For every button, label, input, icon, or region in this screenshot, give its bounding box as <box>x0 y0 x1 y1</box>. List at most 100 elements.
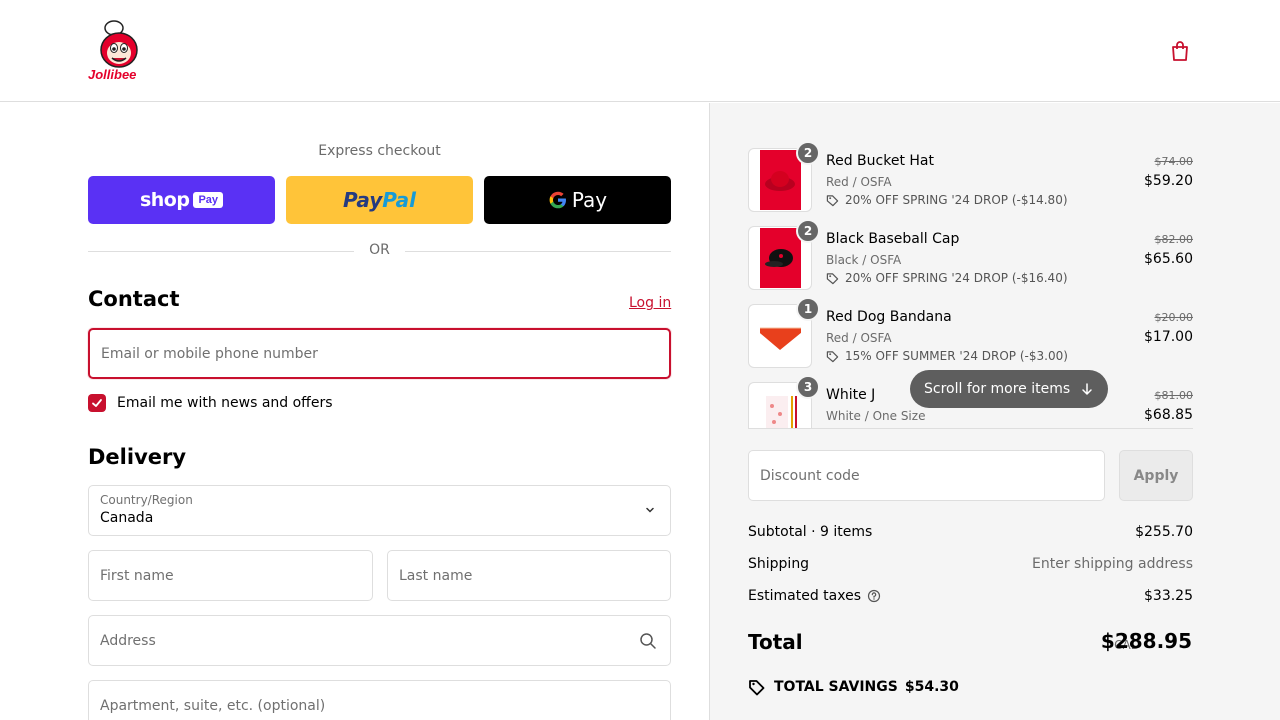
first-name-input[interactable] <box>89 551 372 600</box>
list-item: 2 Black Baseball Cap Black / OSFA 20% OF… <box>748 219 1194 290</box>
shop-pay-button[interactable]: shop Pay <box>88 176 275 224</box>
logo-wordmark: Jollibee <box>88 67 137 82</box>
item-variant: Red / OSFA <box>826 175 892 189</box>
jollibee-mascot-icon <box>100 20 138 68</box>
country-value: Canada <box>100 510 154 526</box>
product-thumbnail: 2 <box>748 143 820 212</box>
red-dog-bandana-image <box>760 306 801 366</box>
newsletter-label: Email me with news and offers <box>117 395 333 411</box>
quantity-badge: 2 <box>796 219 820 243</box>
item-original-price: $20.00 <box>1154 311 1194 324</box>
header: Jollibee <box>0 0 1280 102</box>
item-discount: 20% OFF SPRING '24 DROP (-$14.80) <box>826 193 1068 207</box>
product-thumbnail: 1 <box>748 297 820 368</box>
tag-icon <box>749 680 765 696</box>
item-price: $59.20 <box>1144 173 1193 189</box>
search-icon <box>640 633 656 649</box>
taxes-value: $33.25 <box>1144 588 1193 604</box>
item-price: $65.60 <box>1144 251 1193 267</box>
address-input[interactable] <box>89 616 670 665</box>
or-divider: OR <box>88 242 671 262</box>
checkout-form: Express checkout shop Pay PayPal Pay OR … <box>0 103 710 720</box>
item-discount-text: 15% OFF SUMMER '24 DROP (-$3.00) <box>845 349 1068 363</box>
product-thumbnail: 2 <box>748 219 820 290</box>
item-name: Red Bucket Hat <box>826 153 934 169</box>
order-summary: 2 Red Bucket Hat Red / OSFA 20% OFF SPRI… <box>709 103 1280 720</box>
cart-items-list[interactable]: 2 Red Bucket Hat Red / OSFA 20% OFF SPRI… <box>748 143 1193 429</box>
product-thumbnail: 3 <box>748 375 820 428</box>
item-name: Black Baseball Cap <box>826 231 960 247</box>
last-name-input[interactable] <box>388 551 670 600</box>
newsletter-option[interactable]: Email me with news and offers <box>88 394 333 412</box>
taxes-label: Estimated taxes <box>748 588 862 604</box>
item-price: $17.00 <box>1144 329 1193 345</box>
google-pay-button[interactable]: Pay <box>484 176 671 224</box>
country-select[interactable]: Country/Region Canada <box>88 485 671 536</box>
arrow-down-icon <box>1082 383 1092 395</box>
item-original-price: $81.00 <box>1154 389 1194 402</box>
tag-icon <box>826 272 839 284</box>
jollibee-logo[interactable]: Jollibee <box>88 20 150 82</box>
paypal-button[interactable]: PayPal <box>286 176 473 224</box>
apply-button[interactable]: Apply <box>1119 450 1193 501</box>
item-name: White J <box>826 387 876 403</box>
shipping-label: Shipping <box>748 556 810 572</box>
checkmark-icon <box>92 399 102 407</box>
item-discount-text: 20% OFF SPRING '24 DROP (-$16.40) <box>845 271 1068 285</box>
shop-pay-box: Pay <box>193 192 224 208</box>
quantity-badge: 2 <box>796 143 820 165</box>
scroll-more-button[interactable]: Scroll for more items <box>910 370 1109 408</box>
login-link[interactable]: Log in <box>629 295 671 311</box>
contact-title: Contact <box>88 287 180 311</box>
black-baseball-cap-image <box>760 228 801 288</box>
item-name: Red Dog Bandana <box>826 309 952 325</box>
item-original-price: $74.00 <box>1154 155 1194 168</box>
first-name-field[interactable] <box>88 550 373 601</box>
item-discount-text: 20% OFF SPRING '24 DROP (-$14.80) <box>845 193 1068 207</box>
google-pay-word: Pay <box>571 188 608 212</box>
total-savings: TOTAL SAVINGS $54.30 <box>748 678 959 696</box>
express-checkout-title: Express checkout <box>318 143 441 159</box>
paypal-word-2: Pal <box>382 188 417 212</box>
shopping-bag-icon[interactable] <box>1168 39 1192 63</box>
apartment-field[interactable] <box>88 680 671 720</box>
quantity-badge: 3 <box>796 375 820 399</box>
subtotal-value: $255.70 <box>1135 524 1193 540</box>
total-label: Total <box>748 630 803 654</box>
list-item: 1 Red Dog Bandana Red / OSFA 15% OFF SUM… <box>748 297 1194 368</box>
savings-label: TOTAL SAVINGS <box>774 679 898 695</box>
newsletter-checkbox[interactable] <box>88 394 106 412</box>
last-name-field[interactable] <box>387 550 671 601</box>
chevron-down-icon <box>646 507 654 513</box>
shipping-value: Enter shipping address <box>1032 556 1193 572</box>
red-bucket-hat-image <box>760 150 801 210</box>
item-discount: 15% OFF SUMMER '24 DROP (-$3.00) <box>826 349 1068 363</box>
address-field[interactable] <box>88 615 671 666</box>
country-label: Country/Region <box>100 493 193 507</box>
discount-field[interactable] <box>748 450 1105 501</box>
paypal-word-1: Pay <box>342 188 383 212</box>
discount-input[interactable] <box>749 451 1104 500</box>
tag-icon <box>826 194 839 206</box>
email-input[interactable] <box>90 330 669 377</box>
total-value: $288.95 <box>1100 629 1192 653</box>
email-field[interactable] <box>88 328 671 379</box>
scroll-more-label: Scroll for more items <box>924 381 1071 397</box>
item-price: $68.85 <box>1144 407 1193 423</box>
white-item-image <box>760 384 801 428</box>
help-circle-icon[interactable] <box>867 589 881 603</box>
savings-value: $54.30 <box>904 679 959 695</box>
apartment-input[interactable] <box>89 681 670 720</box>
shop-pay-word: shop <box>139 189 190 211</box>
item-variant: White / One Size <box>826 409 926 423</box>
item-original-price: $82.00 <box>1154 233 1194 246</box>
item-variant: Black / OSFA <box>826 253 902 267</box>
tag-icon <box>826 350 839 362</box>
delivery-title: Delivery <box>88 445 187 469</box>
item-discount: 20% OFF SPRING '24 DROP (-$16.40) <box>826 271 1068 285</box>
google-g-icon <box>549 191 566 209</box>
quantity-badge: 1 <box>796 297 820 321</box>
subtotal-label: Subtotal · 9 items <box>748 524 873 540</box>
list-item: 2 Red Bucket Hat Red / OSFA 20% OFF SPRI… <box>748 143 1194 212</box>
or-text: OR <box>369 242 390 258</box>
